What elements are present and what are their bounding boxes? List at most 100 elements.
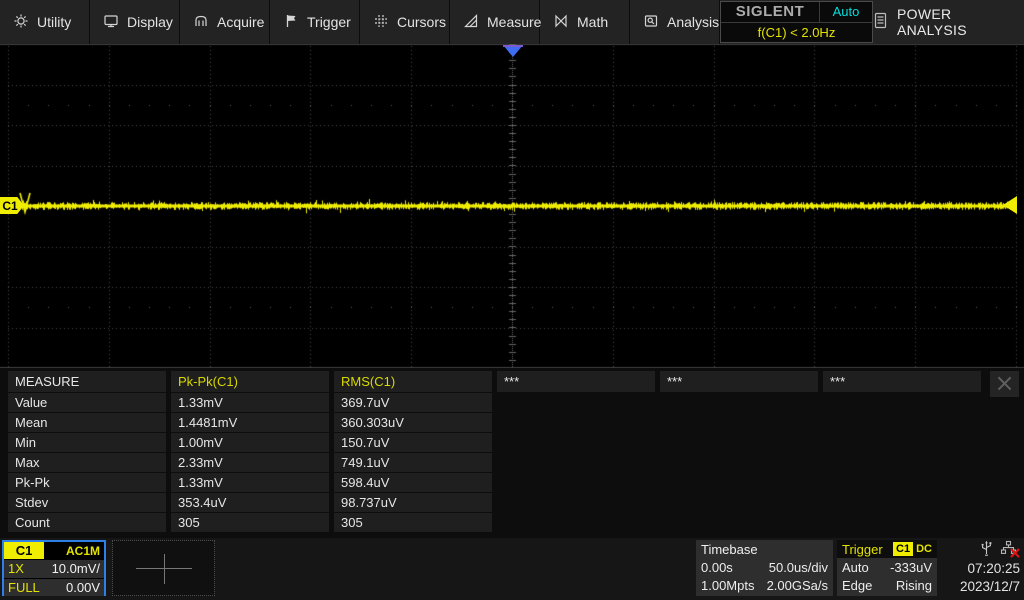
menu-utility-label: Utility	[37, 14, 71, 30]
menu-cursors-label: Cursors	[397, 14, 446, 30]
siglent-logo: SIGLENT	[721, 2, 820, 22]
measure-value-cell: 598.4uV	[334, 473, 492, 492]
clock-date: 2023/12/7	[940, 578, 1020, 595]
close-icon[interactable]: ×	[990, 371, 1019, 397]
measure-empty-cell	[823, 453, 981, 472]
measure-empty-cell	[660, 413, 818, 432]
status-logo-box: SIGLENT Auto f(C1) < 2.0Hz	[720, 1, 873, 43]
crosshair-icon	[164, 554, 165, 584]
trigger-position-marker[interactable]	[503, 45, 523, 57]
add-channel-placeholder[interactable]	[112, 540, 215, 596]
math-icon	[553, 13, 569, 32]
gear-icon	[13, 13, 29, 32]
menu-math-label: Math	[577, 14, 608, 30]
channel1-bandwidth: FULL	[8, 580, 40, 595]
measure-value-cell: 1.4481mV	[171, 413, 329, 432]
measure-empty-cell	[660, 513, 818, 532]
measure-empty-cell	[497, 393, 655, 412]
menu-power-analysis-label: POWER ANALYSIS	[897, 6, 1024, 38]
table-row: Max2.33mV749.1uV	[8, 453, 981, 472]
channel1-badge: C1	[4, 542, 44, 559]
lan-disconnected-icon	[1000, 540, 1020, 560]
measure-empty-cell	[823, 413, 981, 432]
menu-acquire[interactable]: Acquire	[180, 0, 270, 44]
menu-display[interactable]: Display	[90, 0, 180, 44]
menu-analysis[interactable]: Analysis	[630, 0, 720, 44]
measure-empty-cell	[497, 453, 655, 472]
menu-trigger-label: Trigger	[307, 14, 351, 30]
measure-row-label: Max	[8, 453, 166, 472]
acquisition-status: Auto	[820, 2, 872, 22]
measure-value-cell: 353.4uV	[171, 493, 329, 512]
measure-row-label: Value	[8, 393, 166, 412]
display-icon	[103, 13, 119, 32]
measure-empty-cell	[497, 473, 655, 492]
channel1-offset-value: 0.00V	[66, 580, 100, 595]
table-row: Pk-Pk1.33mV598.4uV	[8, 473, 981, 492]
timebase-title: Timebase	[701, 542, 758, 557]
usb-icon	[979, 540, 994, 560]
measure-empty-cell	[823, 393, 981, 412]
measure-empty-cell	[497, 413, 655, 432]
measure-empty-cell	[497, 513, 655, 532]
trigger-slope: Rising	[896, 578, 932, 593]
measure-column-header-4[interactable]: ***	[660, 371, 818, 392]
measure-value-cell: 98.737uV	[334, 493, 492, 512]
measure-column-header-3[interactable]: ***	[497, 371, 655, 392]
measure-statistics-table: Value1.33mV369.7uVMean1.4481mV360.303uVM…	[8, 393, 981, 533]
timebase-scale: 50.0us/div	[769, 560, 828, 575]
trigger-mode: Auto	[842, 560, 869, 575]
menu-acquire-label: Acquire	[217, 14, 264, 30]
measure-column-header-2[interactable]: RMS(C1)	[334, 371, 492, 392]
measure-row-label: Min	[8, 433, 166, 452]
measure-row-label: Pk-Pk	[8, 473, 166, 492]
menu-measure[interactable]: Measure	[450, 0, 540, 44]
menu-measure-label: Measure	[487, 14, 541, 30]
trigger-level-marker[interactable]	[1003, 196, 1017, 214]
measure-value-cell: 150.7uV	[334, 433, 492, 452]
measure-empty-cell	[660, 473, 818, 492]
measure-value-cell: 305	[334, 513, 492, 532]
measure-icon	[463, 13, 479, 32]
timebase-descriptor-box[interactable]: Timebase 0.00s 50.0us/div 1.00Mpts 2.00G…	[696, 540, 833, 596]
measure-empty-cell	[660, 393, 818, 412]
measure-empty-cell	[660, 433, 818, 452]
timebase-delay: 0.00s	[701, 560, 733, 575]
document-icon	[873, 12, 888, 32]
system-status-area: 07:20:25 2023/12/7	[940, 540, 1020, 596]
trigger-source-badge: C1	[893, 542, 913, 556]
trigger-frequency-readout: f(C1) < 2.0Hz	[721, 23, 872, 43]
measure-value-cell: 749.1uV	[334, 453, 492, 472]
menu-math[interactable]: Math	[540, 0, 630, 44]
analysis-icon	[643, 13, 659, 32]
timebase-sample-rate: 2.00GSa/s	[767, 578, 828, 593]
measure-row-label: Mean	[8, 413, 166, 432]
measure-value-cell: 360.303uV	[334, 413, 492, 432]
trigger-type: Edge	[842, 578, 872, 593]
trigger-coupling-badge: DC	[916, 543, 932, 555]
measure-value-cell: 305	[171, 513, 329, 532]
menu-cursors[interactable]: Cursors	[360, 0, 450, 44]
trigger-descriptor-box[interactable]: Trigger C1 DC Auto -333uV Edge Rising	[837, 540, 937, 596]
measure-column-header-5[interactable]: ***	[823, 371, 981, 392]
cursors-icon	[373, 13, 389, 32]
menu-trigger[interactable]: Trigger	[270, 0, 360, 44]
menu-display-label: Display	[127, 14, 173, 30]
measure-empty-cell	[823, 473, 981, 492]
channel1-attenuation: 1X	[8, 561, 24, 576]
menu-bar: Utility Display Acquire Trigger Cursors …	[0, 0, 1024, 44]
measure-column-header-1[interactable]: Pk-Pk(C1)	[171, 371, 329, 392]
channel1-descriptor-box[interactable]: C1 AC1M 1X 10.0mV/ FULL 0.00V	[2, 540, 106, 596]
measure-empty-cell	[497, 433, 655, 452]
graticule-waveform-canvas[interactable]	[0, 44, 1024, 368]
menu-power-analysis[interactable]: POWER ANALYSIS	[873, 0, 1024, 44]
bottom-status-bar: C1 AC1M 1X 10.0mV/ FULL 0.00V Timebase 0…	[0, 538, 1024, 600]
menu-utility[interactable]: Utility	[0, 0, 90, 44]
menu-analysis-label: Analysis	[667, 14, 719, 30]
measure-empty-cell	[823, 513, 981, 532]
oscilloscope-screen: Utility Display Acquire Trigger Cursors …	[0, 0, 1024, 600]
waveform-display-area: C1	[0, 44, 1024, 368]
trigger-title: Trigger	[842, 542, 883, 557]
measure-panel-title: MEASURE	[8, 371, 166, 392]
measure-value-cell: 369.7uV	[334, 393, 492, 412]
